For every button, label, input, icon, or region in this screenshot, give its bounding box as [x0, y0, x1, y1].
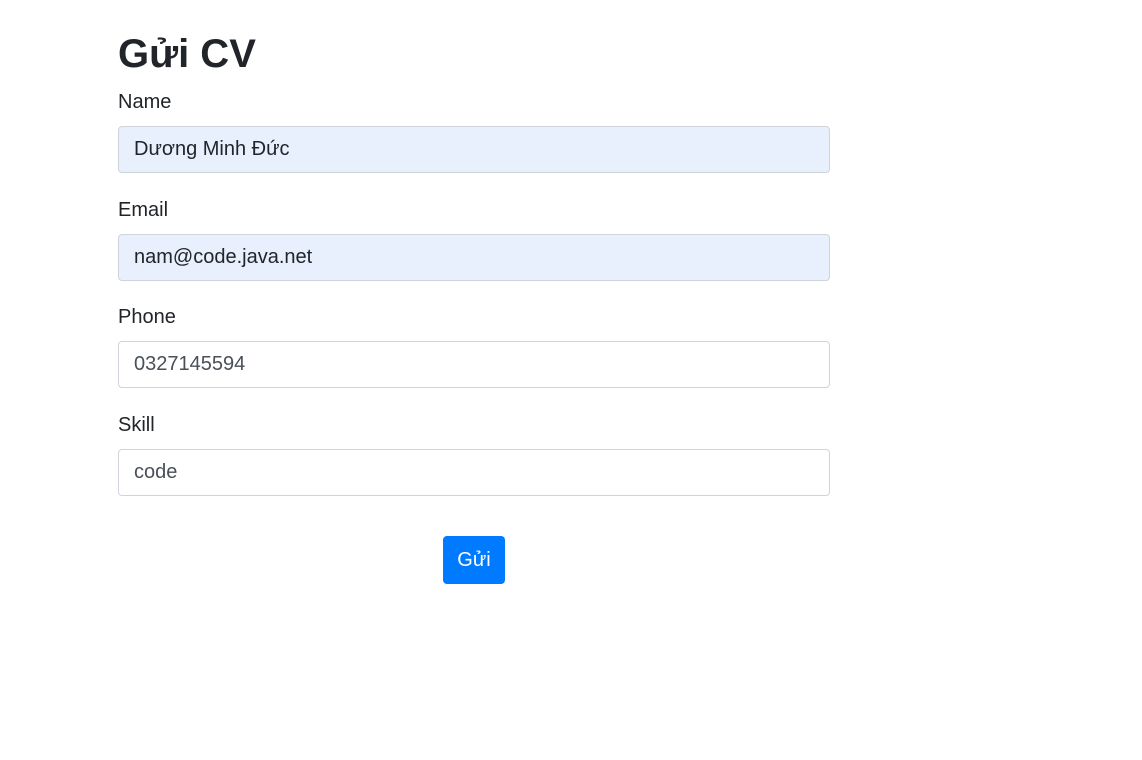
skill-label: Skill [118, 414, 155, 436]
email-label: Email [118, 199, 169, 221]
email-input[interactable] [118, 234, 830, 281]
phone-label: Phone [118, 306, 176, 328]
page-title: Gửi CV [118, 32, 256, 76]
name-input[interactable] [118, 126, 830, 173]
name-label: Name [118, 91, 172, 113]
skill-input[interactable] [118, 449, 830, 496]
submit-button[interactable]: Gửi [443, 536, 505, 584]
phone-input[interactable] [118, 341, 830, 388]
